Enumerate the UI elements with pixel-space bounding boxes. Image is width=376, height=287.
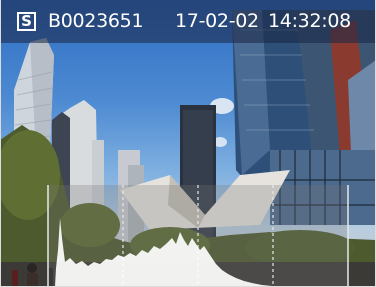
frame-id: B0023651 — [48, 10, 144, 32]
info-overlay-bar: S B0023651 17-02-02 14:32:08 — [0, 0, 376, 43]
histogram-overlay — [47, 185, 349, 287]
record-date: 17-02-02 — [175, 10, 259, 32]
s-mode-icon: S — [17, 12, 36, 31]
camera-display: S B0023651 17-02-02 14:32:08 — [0, 0, 376, 287]
record-time: 14:32:08 — [268, 10, 351, 32]
